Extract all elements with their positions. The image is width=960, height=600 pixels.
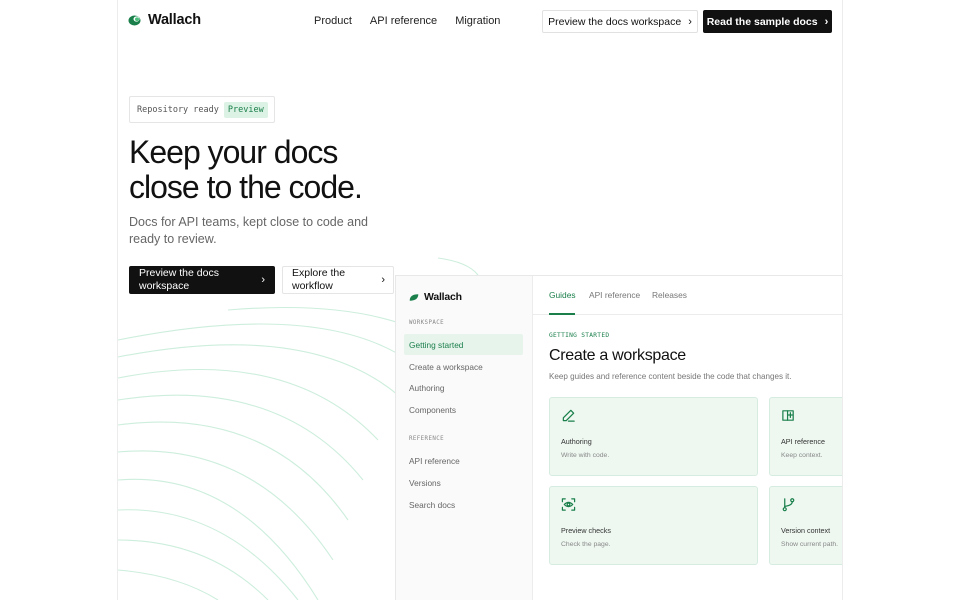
hero-title: Keep your docs close to the code. — [129, 135, 459, 205]
badge-pill: Preview — [223, 101, 268, 118]
page-frame: Wallach Product API reference Migration … — [117, 0, 843, 600]
nav-links: Product API reference Migration — [314, 15, 500, 27]
card-version-context[interactable]: Version context Show current path. — [769, 486, 842, 565]
top-nav: Wallach Product API reference Migration … — [118, 0, 842, 44]
nav-link-api-reference[interactable]: API reference — [370, 15, 437, 27]
hero-title-line-2: close to the code. — [129, 169, 363, 205]
docs-main: Guides API reference Releases GETTING ST… — [533, 276, 842, 600]
eye-scan-icon — [561, 498, 576, 511]
card-api-reference[interactable]: API reference Keep context. — [769, 397, 842, 476]
hero-explore-button[interactable]: Explore the workflow › — [282, 266, 394, 294]
card-desc: Show current path. — [781, 541, 839, 548]
sidebar-item-components[interactable]: Components — [404, 399, 523, 420]
docs-sidebar-brand[interactable]: Wallach — [409, 291, 462, 303]
tab-api-reference[interactable]: API reference — [589, 290, 640, 300]
card-desc: Check the page. — [561, 541, 611, 548]
status-badge: Repository ready Preview — [129, 96, 275, 123]
preview-workspace-button[interactable]: Preview the docs workspace › — [542, 10, 698, 33]
active-tab-indicator — [549, 313, 575, 315]
chevron-right-icon: › — [261, 273, 265, 286]
chevron-right-icon: › — [688, 15, 692, 28]
sidebar-section-reference: REFERENCE — [409, 436, 445, 442]
docs-page-title: Create a workspace — [549, 347, 686, 364]
card-title: Authoring — [561, 437, 592, 446]
hero-title-line-1: Keep your docs — [129, 134, 338, 170]
sidebar-item-api-reference[interactable]: API reference — [404, 450, 523, 471]
brand-name: Wallach — [148, 12, 201, 28]
hero-preview-label: Preview the docs workspace — [139, 267, 219, 292]
card-title: API reference — [781, 437, 825, 446]
card-desc: Keep context. — [781, 452, 823, 459]
section-eyebrow: GETTING STARTED — [549, 332, 610, 339]
book-icon — [782, 410, 794, 421]
tab-releases[interactable]: Releases — [652, 290, 687, 300]
read-sample-docs-button[interactable]: Read the sample docs › — [703, 10, 832, 33]
sidebar-section-workspace: WORKSPACE — [409, 320, 445, 326]
git-branch-icon — [782, 498, 795, 512]
card-title: Preview checks — [561, 526, 611, 535]
tab-guides[interactable]: Guides — [549, 290, 576, 300]
card-desc: Write with code. — [561, 452, 610, 459]
nav-link-migration[interactable]: Migration — [455, 15, 500, 27]
brand-logo[interactable]: Wallach — [128, 12, 201, 28]
docs-sidebar: Wallach WORKSPACE Getting started Create… — [396, 276, 533, 600]
sidebar-item-getting-started[interactable]: Getting started — [404, 334, 523, 355]
sidebar-item-create-workspace[interactable]: Create a workspace — [404, 356, 523, 377]
docs-preview-window: Wallach WORKSPACE Getting started Create… — [395, 275, 842, 600]
card-preview-checks[interactable]: Preview checks Check the page. — [549, 486, 758, 565]
nav-link-product[interactable]: Product — [314, 15, 352, 27]
badge-text: Repository ready — [137, 104, 219, 115]
chevron-right-icon: › — [381, 273, 385, 286]
leaf-logo-icon — [409, 293, 419, 301]
preview-workspace-label: Preview the docs workspace — [548, 15, 682, 28]
hero-explore-label: Explore the workflow — [292, 267, 346, 292]
chevron-right-icon: › — [824, 15, 829, 28]
docs-page-subtitle: Keep guides and reference content beside… — [549, 372, 792, 381]
read-sample-docs-label: Read the sample docs — [706, 15, 818, 28]
sidebar-item-authoring[interactable]: Authoring — [404, 377, 523, 398]
pencil-icon — [562, 409, 575, 422]
card-title: Version context — [781, 526, 831, 535]
sidebar-item-search-docs[interactable]: Search docs — [404, 494, 523, 515]
docs-brand-name: Wallach — [424, 291, 462, 303]
hero-preview-button[interactable]: Preview the docs workspace › — [129, 266, 275, 294]
hero-subtitle: Docs for API teams, kept close to code a… — [129, 215, 369, 246]
sidebar-item-versions[interactable]: Versions — [404, 472, 523, 493]
docs-tabs: Guides API reference Releases — [533, 276, 842, 315]
card-authoring[interactable]: Authoring Write with code. — [549, 397, 758, 476]
leaf-logo-icon — [128, 15, 141, 25]
